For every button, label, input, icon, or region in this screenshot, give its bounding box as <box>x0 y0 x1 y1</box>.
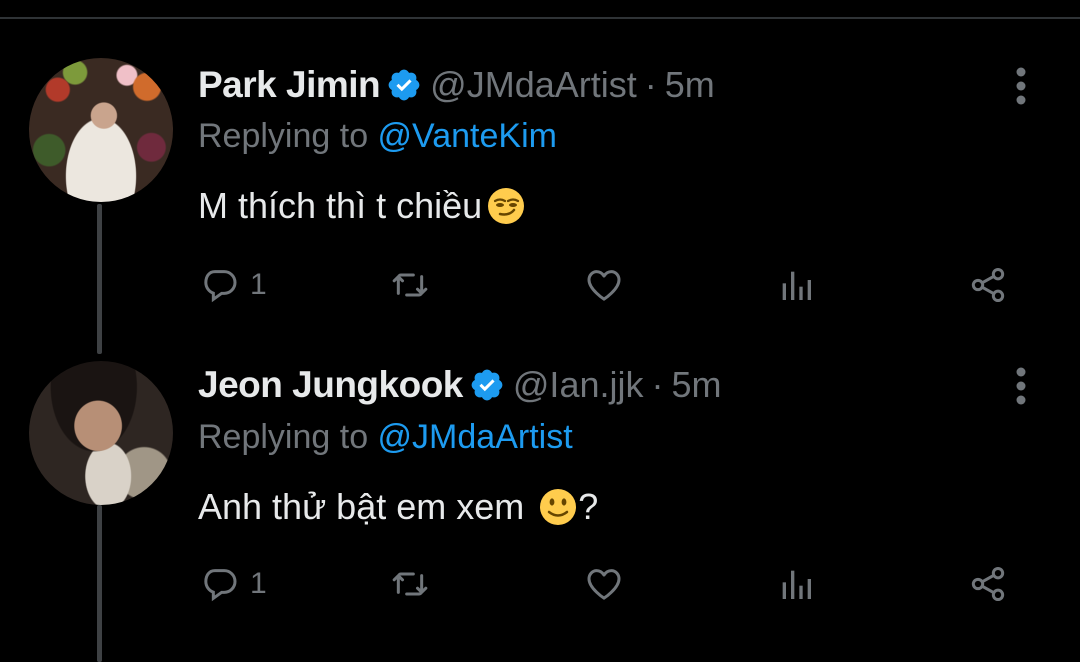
retweet-icon <box>392 273 428 297</box>
reply-button[interactable]: 1 <box>200 564 267 604</box>
share-button[interactable] <box>968 265 1008 305</box>
tweet-text: Anh thử bật em xem ? <box>198 486 598 528</box>
mention-link[interactable]: @VanteKim <box>378 117 557 155</box>
user-handle[interactable]: @JMdaArtist <box>430 64 637 106</box>
replying-to: Replying to @JMdaArtist <box>198 418 573 457</box>
timestamp[interactable]: 5m <box>665 64 715 106</box>
verified-badge-icon <box>471 369 503 401</box>
analytics-icon <box>782 570 811 599</box>
share-button[interactable] <box>968 564 1008 604</box>
reply-icon <box>204 270 237 303</box>
tweet-actions: 1 <box>0 265 1080 315</box>
mention-link[interactable]: @JMdaArtist <box>378 418 573 456</box>
tweet-actions: 1 <box>0 564 1080 614</box>
separator-dot: · <box>644 64 657 105</box>
analytics-icon <box>782 271 811 300</box>
avatar[interactable] <box>29 58 173 202</box>
share-icon <box>971 268 1005 302</box>
retweet-button[interactable] <box>390 564 440 604</box>
display-name[interactable]: Jeon Jungkook <box>198 364 463 406</box>
like-button[interactable] <box>584 564 634 604</box>
heart-icon <box>587 270 621 301</box>
smirking-face-emoji-icon <box>488 188 525 224</box>
replying-to: Replying to @VanteKim <box>198 117 557 156</box>
reply-icon <box>204 569 237 602</box>
replying-to-label: Replying to <box>198 117 378 155</box>
reply-count: 1 <box>250 567 267 600</box>
timestamp[interactable]: 5m <box>671 364 721 406</box>
reply-button[interactable]: 1 <box>200 265 267 305</box>
tweet-body: M thích thì t chiều <box>198 185 483 226</box>
avatar[interactable] <box>29 361 173 505</box>
display-name[interactable]: Park Jimin <box>198 64 381 106</box>
slightly-smiling-face-emoji-icon <box>540 489 577 525</box>
reply-count: 1 <box>250 268 267 301</box>
more-options-icon[interactable] <box>1008 366 1034 406</box>
more-options-icon[interactable] <box>1008 66 1034 106</box>
retweet-icon <box>392 572 428 596</box>
replying-to-label: Replying to <box>198 418 378 456</box>
tweet-text-suffix: ? <box>578 486 599 527</box>
top-divider <box>0 17 1080 19</box>
tweet-header: Park Jimin @JMdaArtist · 5m <box>198 64 715 106</box>
share-icon <box>971 567 1005 601</box>
analytics-button[interactable] <box>776 564 816 604</box>
like-button[interactable] <box>584 265 634 305</box>
verified-badge-icon <box>388 69 420 101</box>
tweet-header: Jeon Jungkook @Ian.jjk · 5m <box>198 364 722 406</box>
analytics-button[interactable] <box>776 265 816 305</box>
tweet-body: Anh thử bật em xem <box>198 486 535 527</box>
user-handle[interactable]: @Ian.jjk <box>513 364 644 406</box>
retweet-button[interactable] <box>390 265 440 305</box>
heart-icon <box>587 569 621 600</box>
tweet-text: M thích thì t chiều <box>198 185 526 227</box>
separator-dot: · <box>651 364 664 405</box>
